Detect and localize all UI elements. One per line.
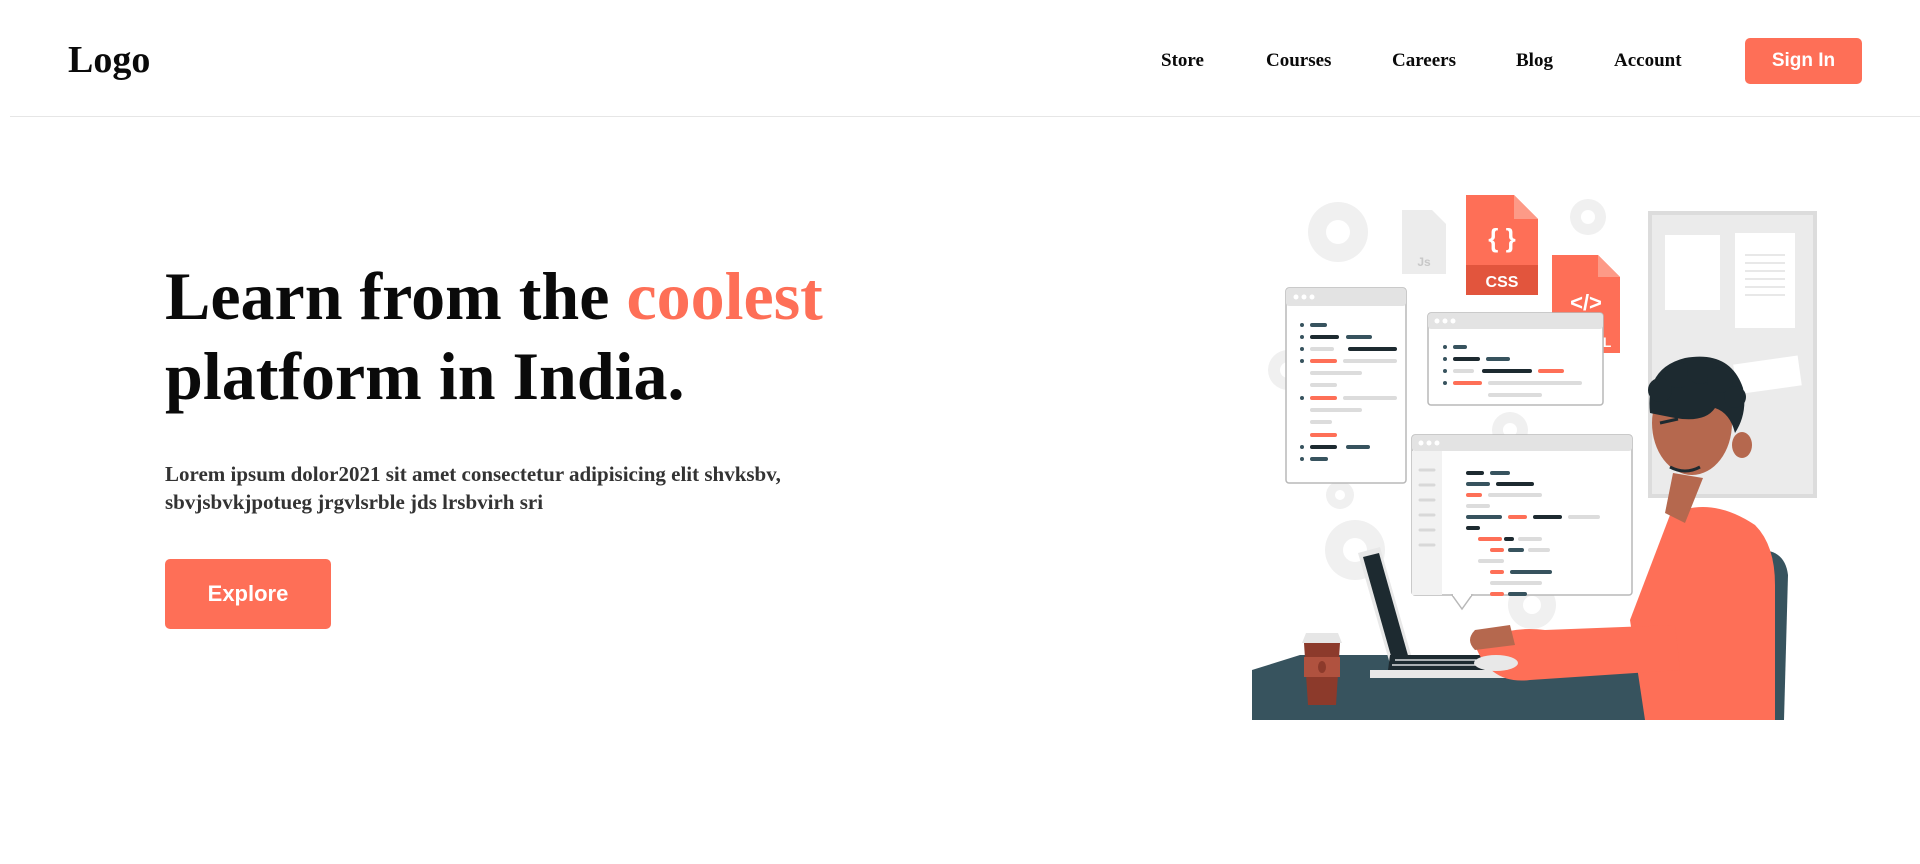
hero-illustration: Js { } CSS </> HL — [1240, 185, 1830, 730]
svg-text:{ }: { } — [1488, 223, 1515, 253]
nav-link-blog[interactable]: Blog — [1516, 50, 1553, 72]
explore-button[interactable]: Explore — [165, 559, 331, 629]
nav-link-account[interactable]: Account — [1614, 50, 1682, 72]
nav-link-careers[interactable]: Careers — [1392, 50, 1456, 72]
hero-title-accent: coolest — [626, 258, 823, 334]
css-file-icon: { } CSS — [1466, 195, 1538, 295]
code-editor-window — [1411, 434, 1633, 611]
nav-links: Store Courses Careers Blog Account — [10, 50, 1920, 74]
svg-text:</>: </> — [1570, 290, 1602, 315]
svg-text:Js: Js — [1417, 255, 1431, 269]
navbar: Logo Store Courses Careers Blog Account … — [10, 0, 1920, 117]
signin-button[interactable]: Sign In — [1745, 38, 1862, 84]
coffee-cup-icon — [1302, 633, 1342, 705]
developer-illustration: Js { } CSS </> HL — [1252, 195, 1817, 720]
hero-title-part1: Learn from the — [165, 258, 627, 334]
hero-title: Learn from the coolest platform in India. — [165, 256, 925, 416]
hero-description: Lorem ipsum dolor2021 sit amet consectet… — [165, 462, 781, 514]
nav-link-courses[interactable]: Courses — [1266, 50, 1331, 72]
code-window-middle — [1427, 312, 1604, 406]
code-window-left — [1285, 287, 1407, 484]
hero-title-part2: platform in India. — [165, 338, 685, 414]
nav-link-store[interactable]: Store — [1161, 50, 1204, 72]
svg-text:CSS: CSS — [1486, 274, 1519, 291]
js-file-icon: Js — [1402, 210, 1446, 274]
